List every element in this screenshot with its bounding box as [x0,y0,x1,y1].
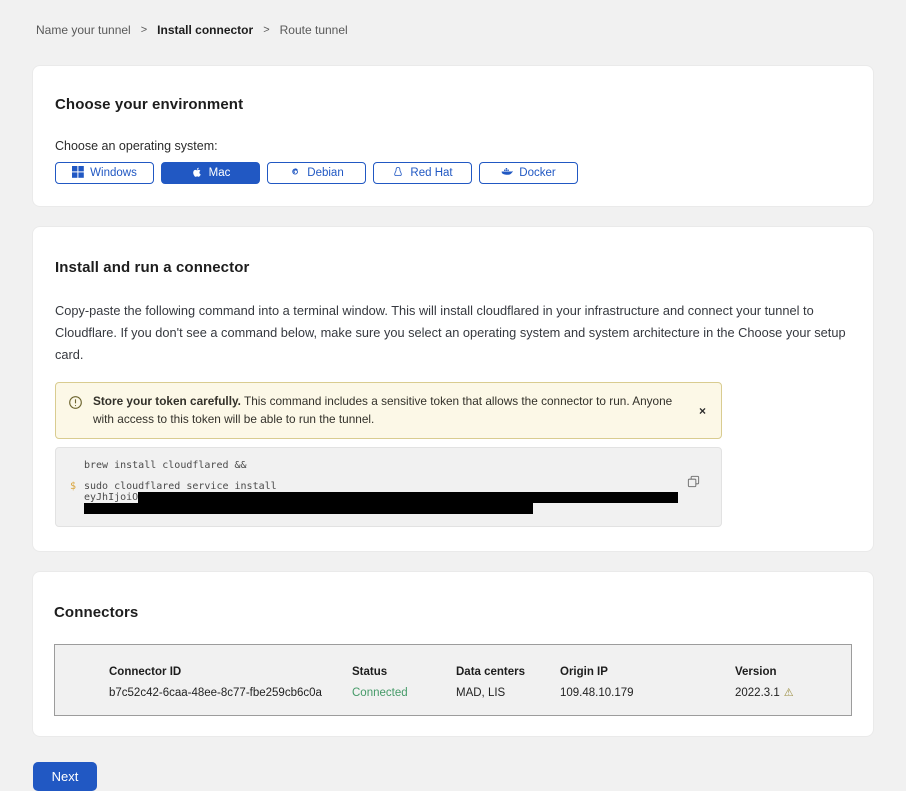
os-button-docker[interactable]: Docker [479,162,578,184]
breadcrumb-route-tunnel[interactable]: Route tunnel [280,23,348,37]
status-badge: Connected [352,687,456,699]
code-command-group: $ sudo cloudflared service install eyJhI… [84,481,707,514]
apple-icon [191,166,203,181]
redhat-penguin-icon [392,166,404,181]
version-value: 2022.3.1 ⚠ [735,687,841,699]
breadcrumb-separator: > [263,24,269,36]
close-icon[interactable]: × [697,403,708,419]
os-button-mac[interactable]: Mac [161,162,260,184]
col-status: Status [352,666,456,678]
terminal-prompt: $ [70,481,76,492]
os-button-label: Windows [90,167,137,179]
install-connector-title: Install and run a connector [55,259,851,276]
token-warning-banner: Store your token carefully. This command… [55,382,722,439]
table-row: b7c52c42-6caa-48ee-8c77-fbe259cb6c0a Con… [109,687,841,699]
connectors-table: Connector ID Status Data centers Origin … [54,644,852,716]
connectors-card: Connectors Connector ID Status Data cent… [32,571,874,737]
os-button-redhat[interactable]: Red Hat [373,162,472,184]
version-number: 2022.3.1 [735,687,780,699]
os-button-debian[interactable]: Debian [267,162,366,184]
redacted-token-bar [138,492,678,503]
windows-icon [72,166,84,181]
connectors-title: Connectors [54,604,852,621]
data-centers-value: MAD, LIS [456,687,560,699]
code-line-service-install: sudo cloudflared service install [84,481,707,492]
code-line-brew-install: brew install cloudflared && [84,460,707,471]
warning-triangle-icon: ⚠ [784,688,794,699]
redacted-token-bar [84,503,533,514]
token-warning-text: Store your token carefully. This command… [93,393,687,428]
install-connector-description: Copy-paste the following command into a … [55,300,849,366]
col-data-centers: Data centers [456,666,560,678]
col-origin-ip: Origin IP [560,666,735,678]
os-button-row: Windows Mac Debian Red Hat Docker [55,162,851,184]
os-button-windows[interactable]: Windows [55,162,154,184]
choose-environment-title: Choose your environment [55,96,851,113]
token-prefix: eyJhIjoiO [84,492,138,503]
os-button-label: Mac [209,167,231,179]
token-line: eyJhIjoiO [84,492,707,503]
connector-id-value: b7c52c42-6caa-48ee-8c77-fbe259cb6c0a [109,687,352,699]
alert-circle-icon [68,395,83,428]
choose-environment-card: Choose your environment Choose an operat… [32,65,874,207]
os-button-label: Docker [519,167,555,179]
token-warning-title: Store your token carefully. [93,394,241,408]
connectors-table-header: Connector ID Status Data centers Origin … [109,666,841,678]
col-version: Version [735,666,841,678]
install-command-code-block: brew install cloudflared && $ sudo cloud… [55,447,722,527]
debian-icon [289,166,301,181]
copy-icon[interactable] [687,475,700,488]
col-connector-id: Connector ID [109,666,352,678]
docker-whale-icon [501,166,513,181]
breadcrumb-name-your-tunnel[interactable]: Name your tunnel [36,23,131,37]
os-button-label: Red Hat [410,167,452,179]
breadcrumb-separator: > [141,24,147,36]
install-connector-card: Install and run a connector Copy-paste t… [32,226,874,552]
breadcrumb: Name your tunnel > Install connector > R… [0,0,906,37]
origin-ip-value: 109.48.10.179 [560,687,735,699]
breadcrumb-install-connector[interactable]: Install connector [157,23,253,37]
next-button[interactable]: Next [33,762,97,791]
os-button-label: Debian [307,167,343,179]
os-select-label: Choose an operating system: [55,139,851,153]
